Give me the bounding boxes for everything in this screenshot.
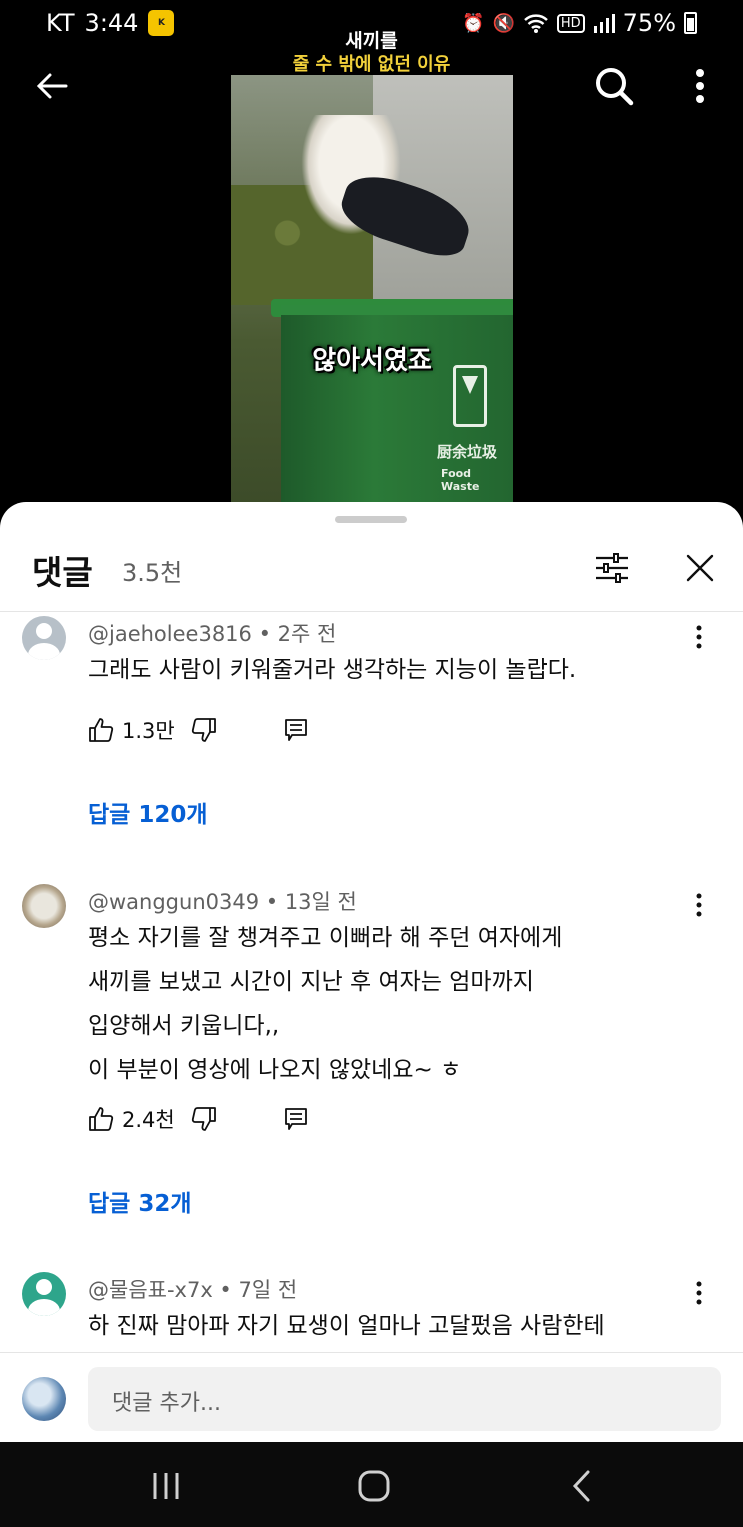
carrier-label: KT xyxy=(46,9,75,37)
user-avatar[interactable] xyxy=(22,1377,66,1421)
avatar[interactable] xyxy=(22,616,66,660)
add-comment-input[interactable]: 댓글 추가... xyxy=(88,1367,721,1431)
comments-panel: 댓글 3.5천 @jaeholee3816 • 2주 전 그래도 사람이 키워줄… xyxy=(0,502,743,1442)
dislike-button[interactable] xyxy=(191,1106,217,1132)
close-comments-button[interactable] xyxy=(680,548,720,588)
like-button[interactable] xyxy=(88,717,114,743)
comment-actions: 2.4천 xyxy=(88,1104,309,1134)
thumb-down-icon xyxy=(191,1107,216,1131)
clock: 3:44 xyxy=(84,9,139,37)
close-icon xyxy=(686,554,714,582)
thumb-down-icon xyxy=(191,718,216,742)
back-button[interactable] xyxy=(30,64,74,108)
search-button[interactable] xyxy=(592,64,636,108)
video-player[interactable]: 厨余垃圾 Food Waste 않아서였죠 새끼를 줄 수 밖에 없던 이유 xyxy=(0,0,743,520)
hd-voice-icon: HD xyxy=(556,13,585,33)
more-vert-icon xyxy=(696,69,704,103)
view-replies-link[interactable]: 답글 32개 xyxy=(88,1184,192,1218)
comment-menu-button[interactable] xyxy=(687,890,711,920)
comment-text: 하 진짜 맘아파 자기 묘생이 얼마나 고달펐음 사람한테 xyxy=(88,1313,605,1339)
back-arrow-icon xyxy=(36,73,68,99)
home-icon xyxy=(358,1470,390,1502)
comment-meta[interactable]: @물음표-x7x • 7일 전 xyxy=(88,1274,297,1304)
comment-text: 평소 자기를 잘 챙겨주고 이뻐라 해 주던 여자에게 새끼를 보냈고 시간이 … xyxy=(88,925,563,1083)
comment-item: @jaeholee3816 • 2주 전 그래도 사람이 키워줄거라 생각하는 … xyxy=(0,612,743,872)
status-bar: KT 3:44 K ⏰ 🔇 HD 75% xyxy=(0,0,743,48)
signal-icon xyxy=(593,14,615,33)
recents-button[interactable] xyxy=(144,1464,188,1508)
like-count: 2.4천 xyxy=(122,1108,175,1132)
battery-icon xyxy=(684,12,697,34)
comment-menu-button[interactable] xyxy=(687,1278,711,1308)
comment-item: @wanggun0349 • 13일 전 평소 자기를 잘 챙겨주고 이뻐라 해… xyxy=(0,880,743,1260)
mute-icon: 🔇 xyxy=(492,12,515,34)
dislike-button[interactable] xyxy=(191,717,217,743)
avatar[interactable] xyxy=(22,1272,66,1316)
nav-back-icon xyxy=(572,1470,590,1502)
comments-header: 댓글 3.5천 xyxy=(0,532,743,612)
comments-title: 댓글 xyxy=(32,553,93,592)
more-vert-icon xyxy=(696,1281,702,1305)
comment-composer: 댓글 추가... xyxy=(0,1352,743,1442)
comment-meta[interactable]: @jaeholee3816 • 2주 전 xyxy=(88,618,336,648)
more-vert-icon xyxy=(696,625,702,649)
system-nav-bar xyxy=(0,1442,743,1527)
thumb-up-icon xyxy=(89,718,114,742)
kakao-notification-icon: K xyxy=(148,10,175,36)
bin-label-cn: 厨余垃圾 xyxy=(437,443,498,461)
recents-icon xyxy=(153,1473,179,1499)
reply-button[interactable] xyxy=(283,1106,309,1132)
alarm-icon: ⏰ xyxy=(462,12,485,34)
thumb-up-icon xyxy=(89,1107,114,1131)
like-count: 1.3만 xyxy=(122,719,175,743)
reply-button[interactable] xyxy=(283,717,309,743)
drag-handle[interactable] xyxy=(335,516,407,523)
video-frame[interactable]: 厨余垃圾 Food Waste 않아서였죠 xyxy=(231,75,513,520)
more-options-button[interactable] xyxy=(678,64,722,108)
sort-filter-button[interactable] xyxy=(592,548,632,588)
comments-count: 3.5천 xyxy=(122,559,183,587)
search-icon xyxy=(596,68,634,106)
filter-sliders-icon xyxy=(596,553,628,583)
home-button[interactable] xyxy=(352,1464,396,1508)
comment-actions: 1.3만 xyxy=(88,715,309,745)
like-button[interactable] xyxy=(88,1106,114,1132)
comment-text: 그래도 사람이 키워줄거라 생각하는 지능이 놀랍다. xyxy=(88,657,577,683)
wifi-icon xyxy=(524,14,548,33)
view-replies-link[interactable]: 답글 120개 xyxy=(88,795,208,829)
nav-back-button[interactable] xyxy=(560,1464,604,1508)
bin-label-en: Food Waste xyxy=(441,467,480,493)
more-vert-icon xyxy=(696,893,702,917)
reply-comment-icon xyxy=(284,719,307,741)
battery-percent: 75% xyxy=(622,9,676,37)
video-caption: 않아서였죠 xyxy=(312,346,432,376)
comment-meta[interactable]: @wanggun0349 • 13일 전 xyxy=(88,886,357,916)
avatar[interactable] xyxy=(22,884,66,928)
comment-item: @물음표-x7x • 7일 전 하 진짜 맘아파 자기 묘생이 얼마나 고달펐음… xyxy=(0,1268,743,1358)
comment-menu-button[interactable] xyxy=(687,622,711,652)
reply-comment-icon xyxy=(284,1108,307,1130)
